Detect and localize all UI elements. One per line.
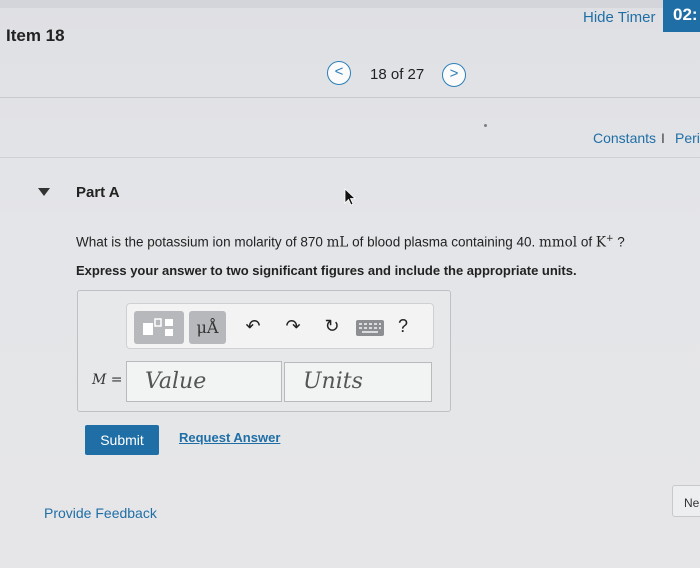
request-answer-link[interactable]: Request Answer [179, 430, 280, 445]
part-title[interactable]: Part A [76, 184, 120, 201]
question-mid: of blood plasma containing 40. [348, 234, 540, 250]
unit-ml: mL [326, 234, 349, 251]
chevron-left-icon: < [334, 63, 344, 80]
unit-mmol: mmol [539, 234, 578, 251]
help-icon[interactable]: ? [398, 316, 408, 337]
header-divider [0, 97, 700, 98]
item-position: 18 of 27 [370, 66, 425, 83]
units-input[interactable]: Units [284, 362, 432, 402]
resource-separator: I [661, 130, 665, 146]
question-text: What is the potassium ion molarity of 87… [76, 234, 625, 251]
constants-link[interactable]: Constants [593, 130, 656, 146]
top-band [0, 0, 700, 8]
periodic-table-link[interactable]: Peri [675, 130, 700, 146]
question-prefix: What is the potassium ion molarity of 87… [76, 234, 327, 250]
submit-button[interactable]: Submit [85, 425, 159, 455]
previous-item-button[interactable]: < [327, 61, 351, 85]
undo-icon[interactable]: ↶ [241, 316, 265, 337]
timer-display: 02: [663, 0, 700, 32]
ion-charge: + [605, 234, 614, 244]
provide-feedback-link[interactable]: Provide Feedback [44, 505, 157, 521]
stray-dot [484, 124, 487, 127]
molarity-label: M = [92, 372, 123, 388]
hide-timer-link[interactable]: Hide Timer [583, 9, 656, 26]
keyboard-icon[interactable] [356, 320, 384, 336]
ion-symbol: K [595, 234, 606, 251]
question-of: of [577, 234, 596, 250]
chevron-right-icon: > [449, 65, 459, 82]
resources-divider [0, 157, 700, 158]
question-suffix: ? [613, 234, 625, 250]
next-button[interactable]: Ne [672, 485, 700, 517]
item-title: Item 18 [6, 26, 65, 45]
value-input[interactable]: Value [126, 361, 282, 402]
reset-icon[interactable]: ↻ [320, 316, 344, 337]
redo-icon[interactable]: ↷ [281, 316, 305, 337]
collapse-caret-icon[interactable] [38, 188, 50, 196]
mouse-pointer-icon [344, 188, 356, 206]
templates-icon[interactable] [134, 311, 184, 344]
answer-instruction: Express your answer to two significant f… [76, 263, 577, 278]
units-icon[interactable]: μÅ [189, 311, 226, 344]
next-item-button[interactable]: > [442, 63, 466, 87]
